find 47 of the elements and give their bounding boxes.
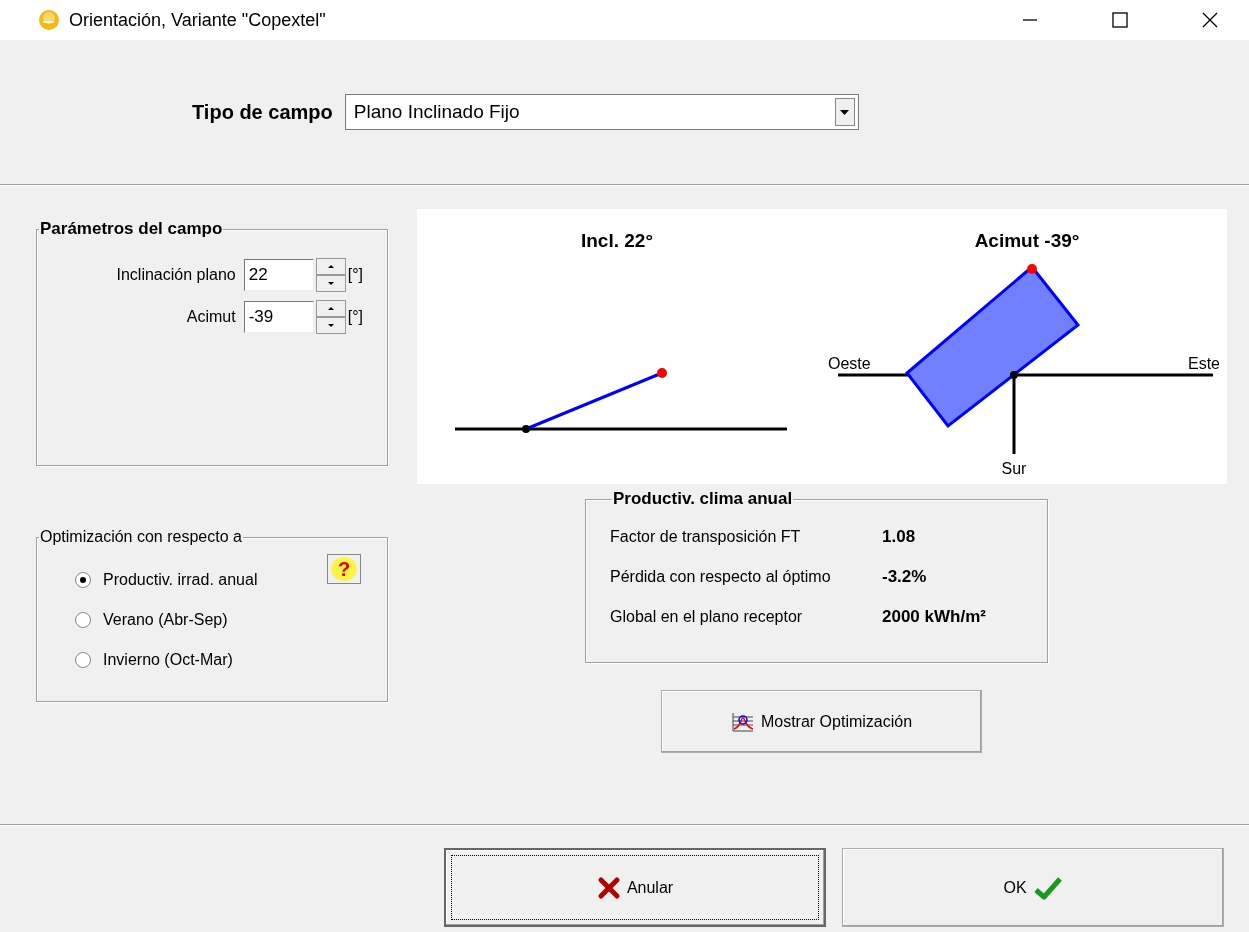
radio-button[interactable] xyxy=(75,572,91,588)
cross-icon xyxy=(596,875,621,900)
group-title: Optimización con respecto a xyxy=(39,528,243,546)
close-icon[interactable] xyxy=(1201,11,1219,29)
tip-dot xyxy=(1027,264,1037,274)
result-label: Factor de transposición FT xyxy=(610,528,802,546)
pivot-dot xyxy=(1010,371,1018,379)
result-label: Global en el plano receptor xyxy=(610,608,804,626)
radio-button[interactable] xyxy=(75,612,91,628)
input-field[interactable]: 22 xyxy=(243,259,314,291)
group-title: Productiv. clima anual xyxy=(612,489,794,509)
field-label: Acimut xyxy=(186,308,236,326)
west-label: Oeste xyxy=(828,355,871,372)
cancel-button[interactable]: Anular xyxy=(444,848,826,927)
option-label[interactable]: Invierno (Oct-Mar) xyxy=(103,651,233,669)
spin-down-button[interactable] xyxy=(315,317,346,334)
result-label: Pérdida con respecto al óptimo xyxy=(610,568,832,586)
east-label: Este xyxy=(1188,355,1220,372)
south-label: Sur xyxy=(1001,460,1027,477)
option-label[interactable]: Verano (Abr-Sep) xyxy=(103,611,228,629)
dropdown-arrow-icon xyxy=(840,109,850,115)
tilt-title: Incl. 22° xyxy=(581,230,653,251)
option-label[interactable]: Productiv. irrad. anual xyxy=(103,571,258,589)
unit-label: [°] xyxy=(347,266,363,284)
result-value: 2000 kWh/m² xyxy=(882,607,986,627)
spin-up-button[interactable] xyxy=(315,300,346,317)
field-label: Inclinación plano xyxy=(116,266,236,284)
tip-dot xyxy=(657,368,667,378)
input-field[interactable]: -39 xyxy=(243,301,314,333)
pivot-dot xyxy=(522,425,530,433)
window-title: Orientación, Variante "Copextel" xyxy=(69,9,326,31)
radio-button[interactable] xyxy=(75,652,91,668)
field-type-dropdown[interactable]: Plano Inclinado Fijo xyxy=(344,94,859,130)
spin-up-button[interactable] xyxy=(315,258,346,275)
app-icon xyxy=(38,9,60,31)
maximize-icon[interactable] xyxy=(1111,11,1129,29)
help-button[interactable]: ? xyxy=(327,554,361,584)
spin-down-button[interactable] xyxy=(315,275,346,292)
result-value: 1.08 xyxy=(882,527,916,547)
chart-icon xyxy=(730,710,755,733)
group-title: Parámetros del campo xyxy=(39,219,224,239)
unit-label: [°] xyxy=(347,308,363,326)
azimuth-title: Acimut -39° xyxy=(974,230,1080,251)
show-optimization-button[interactable]: Mostrar Optimización xyxy=(661,690,982,753)
field-type-label: Tipo de campo xyxy=(192,100,333,124)
ok-button[interactable]: OK xyxy=(842,848,1224,927)
result-value: -3.2% xyxy=(882,567,927,587)
